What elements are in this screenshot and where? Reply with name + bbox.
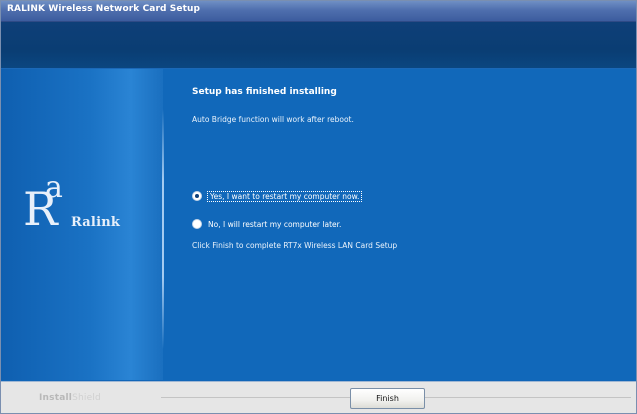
finish-instruction: Click Finish to complete RT7x Wireless L…	[192, 241, 398, 250]
footer-bar: InstallShield Finish	[1, 381, 636, 413]
finish-button[interactable]: Finish	[350, 388, 425, 409]
installshield-brand: InstallShield	[39, 393, 101, 403]
restart-now-label[interactable]: Yes, I want to restart my computer now.	[206, 190, 363, 202]
title-bar[interactable]: RALINK Wireless Network Card Setup	[1, 1, 636, 22]
brand-light: Shield	[72, 393, 101, 403]
restart-now-option[interactable]: Yes, I want to restart my computer now.	[192, 190, 363, 202]
side-panel: R a Ralink	[1, 69, 163, 380]
panel-divider	[162, 109, 164, 349]
main-panel: R a Ralink Setup has finished installing…	[1, 69, 636, 380]
window-title: RALINK Wireless Network Card Setup	[7, 4, 201, 14]
restart-later-label[interactable]: No, I will restart my computer later.	[208, 220, 341, 229]
setup-window: RALINK Wireless Network Card Setup R a R…	[0, 0, 637, 414]
restart-later-option[interactable]: No, I will restart my computer later.	[192, 218, 341, 230]
brand-bold: Install	[39, 393, 73, 403]
page-heading: Setup has finished installing	[192, 87, 337, 97]
header-band	[1, 22, 636, 69]
radio-unchecked-icon[interactable]	[192, 219, 202, 229]
logo-text: Ralink	[71, 215, 121, 230]
radio-checked-icon[interactable]	[192, 191, 202, 201]
svg-text:a: a	[45, 173, 63, 205]
reboot-note: Auto Bridge function will work after reb…	[192, 115, 354, 124]
